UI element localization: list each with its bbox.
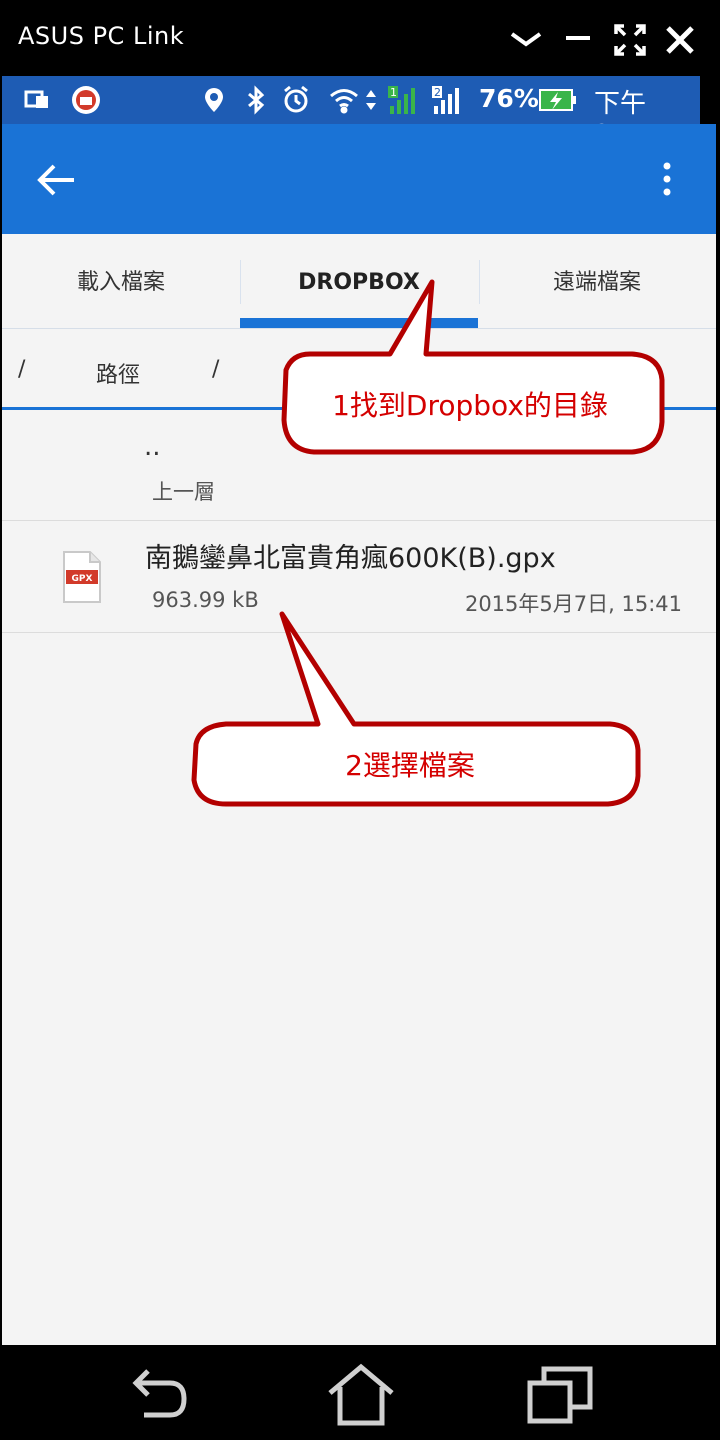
sim2-label: 2 — [434, 86, 441, 99]
collapse-chevron-icon[interactable] — [506, 20, 546, 60]
overflow-menu-icon[interactable] — [652, 158, 682, 202]
navigation-bar — [0, 1345, 720, 1440]
file-list: .. 上一層 GPX 南鵝鑾鼻北富貴角瘋600K(B).gpx 963.99 k… — [2, 410, 716, 1345]
fullscreen-icon[interactable] — [610, 20, 650, 60]
breadcrumb-label: 路徑 — [96, 363, 141, 388]
sim1-label: 1 — [390, 86, 397, 99]
location-icon — [198, 84, 230, 116]
nav-back-icon[interactable] — [124, 1363, 194, 1427]
battery-charging-icon — [538, 84, 578, 116]
breadcrumb-separator: / — [212, 357, 220, 382]
app-bar — [2, 124, 716, 234]
battery-percent: 76% — [479, 84, 539, 113]
signal-sim2-icon: 2 — [430, 84, 462, 116]
data-transfer-icon — [364, 84, 378, 116]
app-notification-icon — [70, 84, 102, 116]
phone-frame: ASUS PC Link 1 2 76% 下午 載入檔案 DROPBOX 遠端檔… — [0, 0, 720, 1440]
wifi-icon — [328, 84, 360, 116]
window-titlebar: ASUS PC Link — [0, 0, 720, 76]
close-icon[interactable] — [660, 20, 700, 60]
file-icon-label: GPX — [72, 574, 93, 584]
back-arrow-icon[interactable] — [32, 160, 86, 200]
screen-mirror-icon — [22, 84, 54, 116]
parent-folder-name: .. — [144, 432, 161, 462]
nav-home-icon[interactable] — [326, 1363, 396, 1427]
gpx-file-icon: GPX — [62, 550, 102, 604]
file-name: 南鵝鑾鼻北富貴角瘋600K(B).gpx — [145, 543, 556, 574]
callout-bubble-1 — [281, 279, 665, 455]
bluetooth-icon — [240, 84, 272, 116]
minimize-icon[interactable] — [558, 20, 598, 60]
callout-1-text: 1找到Dropbox的目錄 — [332, 389, 608, 422]
callout-2-text: 2選擇檔案 — [345, 749, 475, 782]
alarm-icon — [280, 84, 312, 116]
breadcrumb-root[interactable]: / — [18, 357, 25, 382]
parent-folder-label: 上一層 — [152, 480, 215, 504]
signal-sim1-icon: 1 — [386, 84, 418, 116]
window-title: ASUS PC Link — [18, 22, 185, 50]
status-bar: 1 2 76% 下午3:45 — [2, 76, 700, 150]
nav-recents-icon[interactable] — [526, 1363, 596, 1427]
tab-local-files[interactable]: 載入檔案 — [2, 234, 240, 328]
